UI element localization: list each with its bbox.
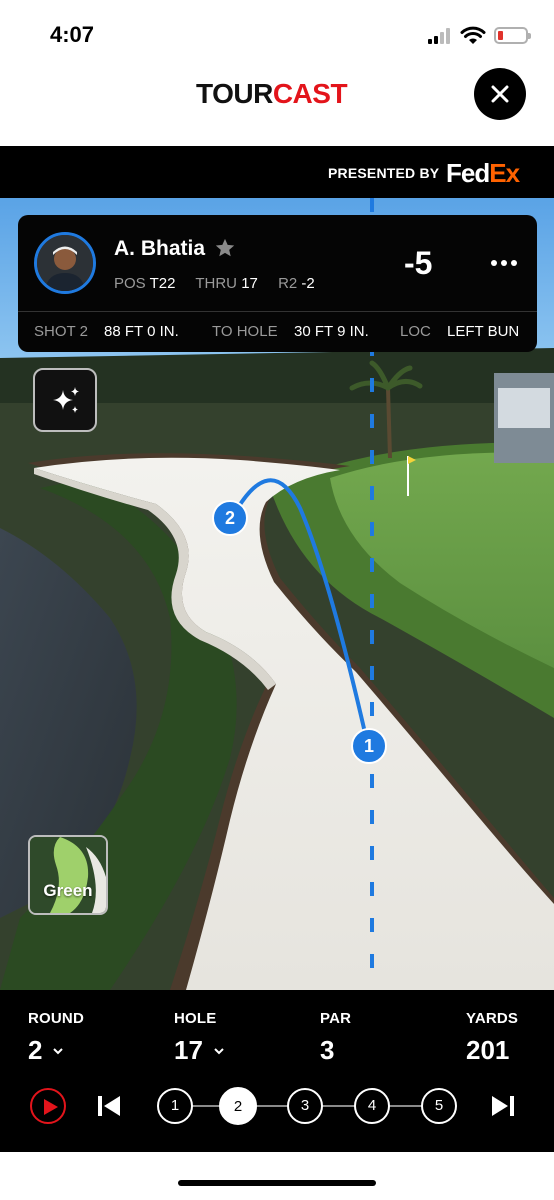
yards-info: YARDS 201 bbox=[466, 1010, 518, 1066]
favorite-star-icon[interactable] bbox=[214, 237, 236, 259]
location-value: LEFT BUN bbox=[447, 323, 520, 340]
shot-step-1[interactable]: 1 bbox=[157, 1088, 193, 1124]
hole-label: HOLE bbox=[174, 1010, 217, 1027]
green-view-button[interactable]: Green bbox=[28, 835, 108, 915]
yards-value: 201 bbox=[466, 1035, 510, 1065]
fedex-logo: FedEx bbox=[446, 158, 520, 188]
close-icon bbox=[491, 85, 509, 103]
home-indicator-area bbox=[0, 1152, 554, 1200]
sponsor-bar: PRESENTED BY FedEx bbox=[0, 146, 554, 198]
play-icon bbox=[44, 1099, 58, 1115]
player-card[interactable]: A. Bhatia POS T22 THRU 17 R2 -2 -5 SHOT … bbox=[18, 215, 537, 352]
wifi-icon bbox=[460, 26, 486, 44]
shot-step-4[interactable]: 4 bbox=[354, 1088, 390, 1124]
app-header: TOURCAST bbox=[0, 68, 554, 146]
shot-distance: 88 FT 0 IN. bbox=[104, 323, 179, 340]
hole-value: 17 bbox=[174, 1035, 203, 1065]
to-hole-label: TO HOLE bbox=[212, 323, 278, 340]
card-divider bbox=[18, 311, 537, 312]
round-score-value: -2 bbox=[301, 275, 315, 292]
status-time: 4:07 bbox=[50, 22, 95, 47]
tourcast-logo: TOURCAST bbox=[196, 78, 348, 109]
par-label: PAR bbox=[320, 1010, 352, 1027]
hole-info-panel: ROUND 2 HOLE 17 PAR 3 YARDS 201 1 2 3 4 … bbox=[0, 990, 554, 1152]
skip-next-icon[interactable] bbox=[490, 1094, 516, 1118]
yards-label: YARDS bbox=[466, 1010, 519, 1027]
shot-step-3[interactable]: 3 bbox=[287, 1088, 323, 1124]
round-selector[interactable]: ROUND 2 bbox=[28, 1010, 84, 1066]
shot-step-2[interactable]: 2 bbox=[219, 1087, 257, 1125]
sparkle-icon bbox=[53, 387, 79, 413]
player-stats: POS T22 THRU 17 R2 -2 bbox=[114, 275, 315, 292]
presented-by-label: PRESENTED BY bbox=[328, 165, 440, 181]
more-options-icon[interactable] bbox=[490, 259, 518, 267]
shot-controls: 1 2 3 4 5 bbox=[0, 1087, 554, 1128]
shot-step-5[interactable]: 5 bbox=[421, 1088, 457, 1124]
round-label: ROUND bbox=[28, 1010, 84, 1027]
position-value: T22 bbox=[149, 275, 176, 292]
par-value: 3 bbox=[320, 1035, 335, 1065]
green-thumbnail-image bbox=[30, 837, 106, 913]
shot-marker-2[interactable]: 2 bbox=[212, 500, 248, 536]
round-value: 2 bbox=[28, 1035, 43, 1065]
close-button[interactable] bbox=[474, 68, 526, 120]
player-name: A. Bhatia bbox=[114, 237, 206, 260]
par-info: PAR 3 bbox=[320, 1010, 351, 1066]
player-avatar bbox=[34, 232, 96, 294]
chevron-down-icon bbox=[214, 1047, 224, 1054]
hole-selector[interactable]: HOLE 17 bbox=[174, 1010, 225, 1066]
sparkle-button[interactable] bbox=[33, 368, 97, 432]
chevron-down-icon bbox=[53, 1047, 64, 1054]
battery-icon bbox=[494, 27, 531, 44]
play-button[interactable] bbox=[30, 1088, 66, 1124]
green-label: Green bbox=[43, 881, 93, 900]
home-indicator[interactable] bbox=[178, 1180, 376, 1186]
cellular-signal-icon bbox=[428, 28, 454, 44]
to-hole-distance: 30 FT 9 IN. bbox=[294, 323, 369, 340]
status-bar: 4:07 bbox=[0, 0, 554, 70]
location-label: LOC bbox=[400, 323, 431, 340]
shot-marker-1[interactable]: 1 bbox=[351, 728, 387, 764]
total-score: -5 bbox=[404, 245, 433, 281]
skip-previous-icon[interactable] bbox=[96, 1094, 122, 1118]
shot-label: SHOT 2 bbox=[34, 323, 88, 340]
thru-value: 17 bbox=[241, 275, 258, 292]
